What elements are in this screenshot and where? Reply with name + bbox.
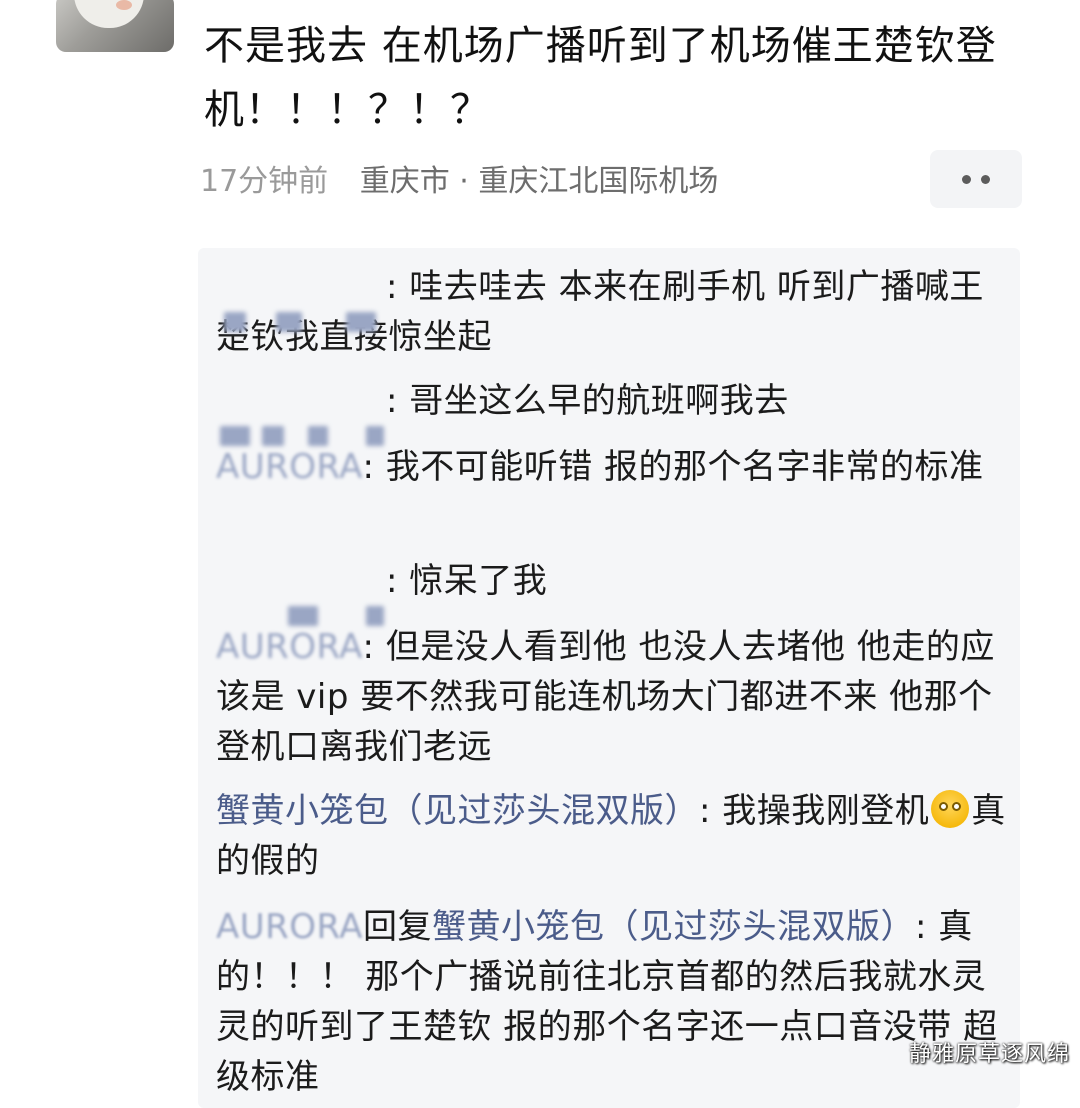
comment-text: : 哥坐这么早的航班啊我去 <box>386 381 789 421</box>
comment-item[interactable]: AURORA: 但是没人看到他 也没人去堵他 他走的应该是 vip 要不然我可能… <box>216 622 1016 772</box>
post-title: 不是我去 在机场广播听到了机场催王楚钦登机！！！？！？ <box>204 23 997 133</box>
shocked-face-emoji <box>931 790 970 828</box>
more-dots-icon[interactable] <box>930 150 1022 208</box>
post-meta: 17分钟前 重庆市 · 重庆江北国际机场 <box>200 156 718 200</box>
comment-text: : 惊呆了我 <box>386 561 548 601</box>
comment-item[interactable]: AURORA: 我不可能听错 报的那个名字非常的标准 <box>216 442 1016 492</box>
comment-item[interactable]: AURORA回复蟹黄小笼包（见过莎头混双版）: 真的！！！ 那个广播说前往北京首… <box>216 902 1016 1102</box>
comment-author[interactable]: 蟹黄小笼包（见过莎头混双版） <box>216 791 699 831</box>
comment-author[interactable]: AURORA <box>216 627 362 667</box>
comment-item[interactable]: : 哥坐这么早的航班啊我去 <box>216 376 1016 446</box>
comment-author[interactable]: AURORA <box>216 447 362 487</box>
comment-text: : 我不可能听错 报的那个名字非常的标准 <box>362 447 984 487</box>
comment-text: : 我操我刚登机 <box>699 791 930 831</box>
comment-author[interactable]: AURORA <box>216 907 363 947</box>
watermark: 静雅原草逐风绵 <box>908 1042 1070 1067</box>
comment-item[interactable]: : 哇去哇去 本来在刷手机 听到广播喊王楚钦我直接惊坐起 <box>216 262 1016 362</box>
comment-text: : 哇去哇去 本来在刷手机 听到广播喊王楚钦我直接惊坐起 <box>216 267 984 357</box>
reply-to-author[interactable]: 蟹黄小笼包（见过莎头混双版） <box>432 907 915 947</box>
post-location[interactable]: 重庆市 · 重庆江北国际机场 <box>360 164 719 199</box>
post-time: 17分钟前 <box>200 164 329 199</box>
comment-item[interactable]: 蟹黄小笼包（见过莎头混双版）: 我操我刚登机 真的假的 <box>216 786 1016 886</box>
reply-label: 回复 <box>363 907 433 947</box>
comment-list: : 哇去哇去 本来在刷手机 听到广播喊王楚钦我直接惊坐起 : 哥坐这么早的航班啊… <box>198 248 1020 1108</box>
comment-item[interactable]: : 惊呆了我 <box>216 556 1016 626</box>
avatar[interactable] <box>56 0 174 52</box>
